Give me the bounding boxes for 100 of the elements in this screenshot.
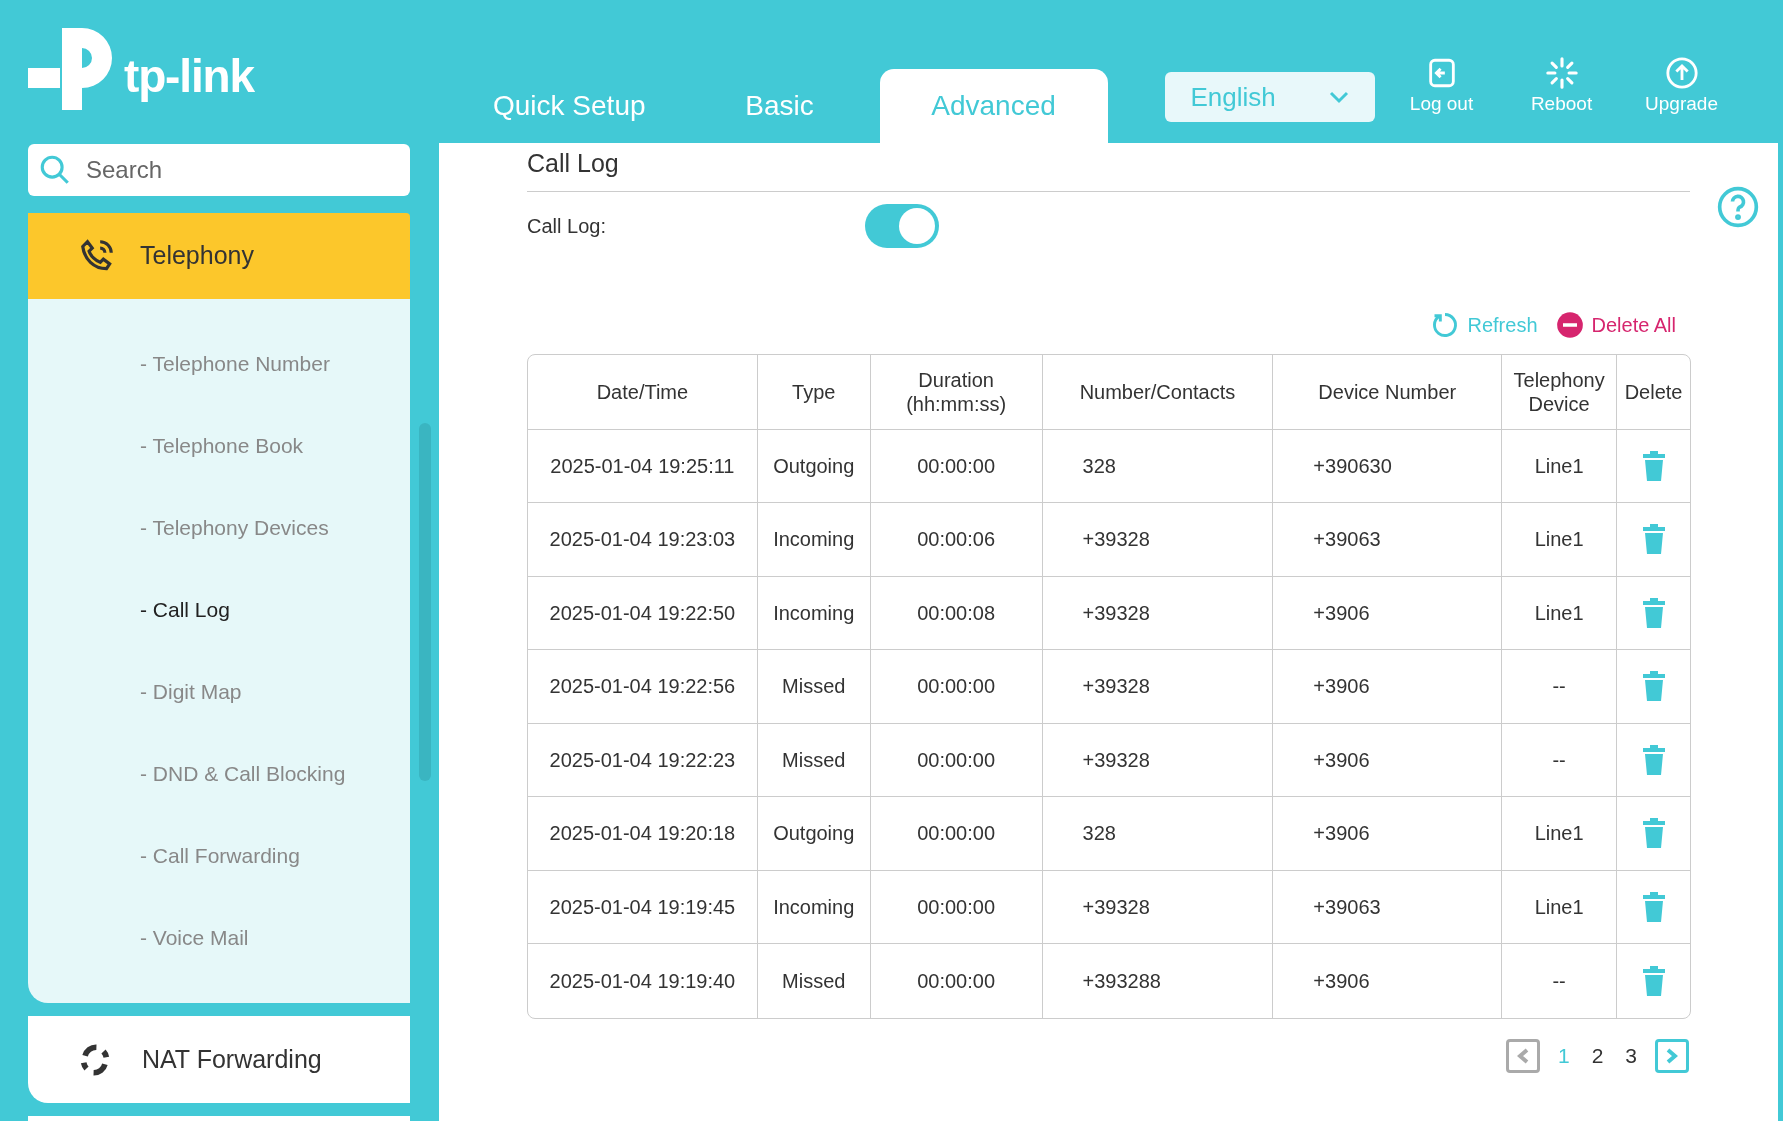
trash-icon[interactable]: [1642, 744, 1665, 775]
trash-icon[interactable]: [1642, 818, 1665, 849]
sidebar-item[interactable]: - Call Forwarding: [140, 840, 300, 872]
trash-icon[interactable]: [1642, 891, 1665, 922]
table-cell-text: Incoming: [773, 527, 855, 553]
sidebar-item[interactable]: - Telephone Number: [140, 348, 330, 380]
table-cell-text: Incoming: [773, 600, 855, 626]
chevron-right-icon: [1666, 1047, 1678, 1064]
nav-tab[interactable]: Basic: [689, 69, 870, 143]
table-cell-text: +39328: [1082, 747, 1150, 773]
table-cell-text: --: [1552, 968, 1566, 994]
sidebar-item[interactable]: - DND & Call Blocking: [140, 758, 346, 790]
table-cell-text: --: [1552, 674, 1566, 700]
table-cell-text: Line1: [1534, 894, 1584, 920]
page-link[interactable]: 3: [1621, 1039, 1641, 1072]
reboot-icon: [1544, 56, 1579, 90]
nav-tab[interactable]: Advanced: [879, 69, 1108, 143]
next-page-button[interactable]: [1655, 1038, 1689, 1073]
sidebar-section[interactable]: Telephony: [28, 213, 410, 299]
column-header: Telephony Device: [1512, 367, 1606, 416]
sidebar-item[interactable]: - Telephone Book: [140, 430, 304, 462]
column-header: Device Number: [1317, 379, 1458, 404]
table-cell-text: +3906: [1313, 821, 1370, 847]
table-cell-text: 00:00:00: [917, 674, 995, 700]
search-icon: [38, 153, 72, 187]
table-cell-text: Incoming: [773, 894, 855, 920]
table-cell-text: --: [1552, 747, 1566, 773]
table-cell-text: +3906: [1313, 747, 1370, 773]
trash-icon[interactable]: [1642, 597, 1665, 628]
nav-tab[interactable]: Quick Setup: [459, 69, 680, 143]
sidebar-item[interactable]: - Call Log: [140, 594, 230, 626]
trash-icon[interactable]: [1642, 671, 1665, 702]
chevron-down-icon: [1328, 90, 1349, 104]
table-cell-text: 00:00:08: [917, 600, 995, 626]
minus-circle-icon: [1555, 310, 1584, 339]
table-cell-text: Outgoing: [773, 821, 855, 847]
column-header: Number/Contacts: [1078, 379, 1237, 404]
table-cell-text: +3906: [1313, 674, 1370, 700]
column-header: Duration (hh:mm:ss): [905, 367, 1008, 416]
sidebar-item[interactable]: - Digit Map: [140, 676, 242, 708]
delete-button[interactable]: Delete All: [1555, 309, 1676, 340]
trash-icon[interactable]: [1642, 524, 1665, 555]
trash-icon[interactable]: [1642, 965, 1665, 996]
table-cell-text: +393288: [1082, 968, 1161, 994]
toggle-switch[interactable]: [865, 203, 939, 248]
column-header: Type: [791, 379, 837, 404]
table-cell-text: 328: [1082, 453, 1116, 479]
sync-icon: [78, 1042, 112, 1077]
table-cell-text: 00:00:00: [917, 747, 995, 773]
page-link[interactable]: 1: [1553, 1039, 1574, 1072]
table-cell-text: 2025-01-04 19:23:03: [549, 527, 736, 553]
table-cell-text: Line1: [1534, 600, 1584, 626]
logo-text: tp-link: [124, 49, 254, 104]
help-icon[interactable]: [1716, 185, 1760, 229]
table-cell-text: Line1: [1534, 527, 1584, 553]
table-cell-text: Outgoing: [773, 453, 855, 479]
sidebar-section[interactable]: [28, 1116, 410, 1121]
table-cell-text: Missed: [782, 674, 846, 700]
sidebar-item[interactable]: - Telephony Devices: [140, 512, 329, 544]
table-cell-text: +39063: [1313, 527, 1381, 553]
upgrade-button[interactable]: Upgrade: [1644, 56, 1719, 119]
table-cell-text: 00:00:00: [917, 894, 995, 920]
trash-icon[interactable]: [1642, 450, 1665, 481]
refresh-icon: [1431, 310, 1460, 339]
table-cell-text: +39328: [1082, 894, 1150, 920]
table-cell-text: 2025-01-04 19:20:18: [549, 821, 736, 847]
sidebar-section[interactable]: NAT Forwarding: [28, 1016, 410, 1103]
refresh-button[interactable]: Refresh: [1431, 309, 1538, 340]
table-cell-text: Missed: [782, 747, 846, 773]
language-select[interactable]: English: [1164, 72, 1375, 122]
toggle-label: Call Log:: [527, 213, 607, 239]
chevron-left-icon: [1516, 1047, 1529, 1064]
table-cell-text: 2025-01-04 19:22:50: [549, 600, 736, 626]
table-cell-text: 328: [1082, 821, 1116, 847]
table-cell-text: 2025-01-04 19:22:23: [549, 747, 736, 773]
search-field[interactable]: Search: [28, 144, 410, 196]
section-title: Call Log: [527, 149, 619, 177]
table-cell-text: 2025-01-04 19:25:11: [550, 453, 735, 479]
table-cell-text: +3906: [1313, 968, 1370, 994]
upgrade-icon: [1664, 56, 1699, 90]
sidebar-item[interactable]: - Voice Mail: [140, 922, 249, 954]
table-cell-text: 2025-01-04 19:19:40: [549, 968, 736, 994]
table-cell-text: +39063: [1313, 894, 1381, 920]
table-cell-text: +39328: [1082, 600, 1150, 626]
table-cell-text: Line1: [1534, 453, 1584, 479]
reboot-button[interactable]: Reboot: [1524, 56, 1599, 119]
table-cell-text: 2025-01-04 19:22:56: [549, 674, 736, 700]
table-cell-text: 00:00:06: [917, 527, 995, 553]
table-cell-text: 2025-01-04 19:19:45: [549, 894, 736, 920]
table-cell-text: Line1: [1534, 821, 1584, 847]
column-header: Delete: [1623, 379, 1684, 404]
table-cell-text: 00:00:00: [917, 968, 995, 994]
page-link[interactable]: 2: [1587, 1039, 1608, 1072]
logout-button[interactable]: Log out: [1404, 56, 1479, 119]
table-cell-text: Missed: [782, 968, 846, 994]
table-cell-text: +3906: [1313, 600, 1370, 626]
table-cell-text: +390630: [1313, 453, 1392, 479]
table-cell-text: 00:00:00: [917, 453, 995, 479]
table-cell-text: 00:00:00: [917, 821, 995, 847]
table-cell-text: +39328: [1082, 674, 1150, 700]
